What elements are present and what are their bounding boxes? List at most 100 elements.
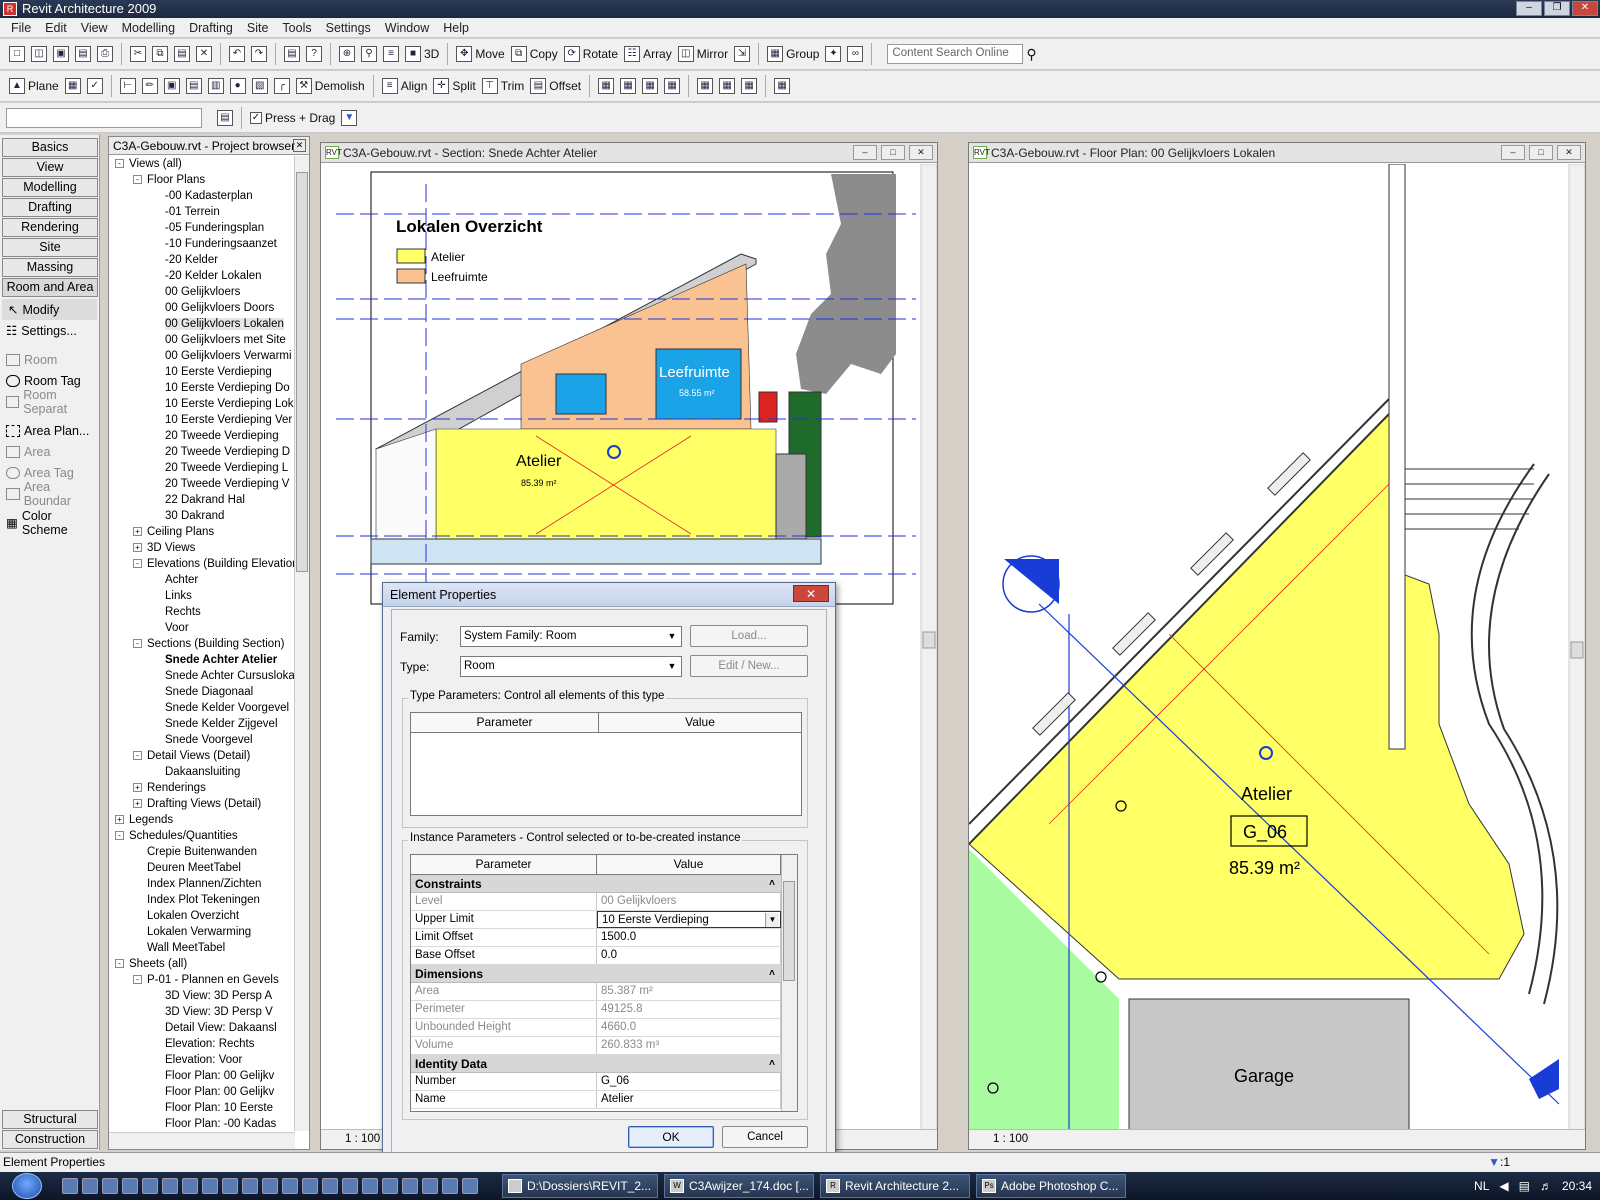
browser-node[interactable]: Rechts [109,604,295,620]
split-face-button[interactable]: ▧ [249,75,271,97]
browser-node[interactable]: Floor Plan: -00 Kadas [109,1116,295,1131]
expand-icon[interactable]: + [115,815,124,824]
tab-site[interactable]: Site [2,238,98,257]
array-button[interactable]: ☷ Array [621,43,675,65]
menu-drafting[interactable]: Drafting [182,21,240,35]
browser-node[interactable]: Snede Voorgevel [109,732,295,748]
demolish-button[interactable]: ⚒ Demolish [293,75,368,97]
type-selector-dropdown[interactable] [6,107,202,128]
browser-node[interactable]: - P-01 - Plannen en Gevels [109,972,295,988]
expand-icon[interactable]: + [133,799,142,808]
quick-launch-icon[interactable] [142,1178,158,1194]
area-boundary-tool[interactable]: Area Boundar [0,480,99,508]
close-button[interactable]: ✕ [1572,1,1598,16]
grid-button[interactable]: ▦ [62,75,84,97]
collapse-chevron-icon[interactable]: ˄ [769,1055,775,1073]
menu-site[interactable]: Site [240,21,276,35]
browser-node[interactable]: 00 Gelijkvloers Verwarmi [109,348,295,364]
properties-toggle-button[interactable]: ▤ [281,43,303,65]
volume-icon[interactable]: ♬ [1540,1179,1552,1193]
unjoin-button[interactable]: ▥ [205,75,227,97]
close-button[interactable]: ✕ [909,145,933,160]
browser-node[interactable]: 20 Tweede Verdieping D [109,444,295,460]
plan-room-number[interactable]: G_06 [1243,822,1287,843]
expand-icon[interactable]: + [133,527,142,536]
dimension-button[interactable]: ⊕ [336,43,358,65]
paste-button[interactable]: ▤ [171,43,193,65]
collapse-icon[interactable]: - [115,959,124,968]
browser-node[interactable]: + Renderings [109,780,295,796]
param-row[interactable]: Name Atelier [411,1091,781,1109]
plan-room-name[interactable]: Atelier [1241,784,1292,804]
color-scheme-tool[interactable]: ▦ Color Scheme [0,509,99,537]
param-value-select[interactable]: 10 Eerste Verdieping ▼ [597,911,781,928]
room-label-atelier[interactable]: Atelier [516,453,562,470]
browser-node[interactable]: Index Plot Tekeningen [109,892,295,908]
collapse-icon[interactable]: - [133,751,142,760]
browser-node[interactable]: 00 Gelijkvloers Lokalen [109,316,295,332]
coordination-review-button[interactable]: ▦ [617,75,639,97]
browser-vertical-scrollbar[interactable] [294,156,309,1131]
collapse-icon[interactable]: - [133,639,142,648]
clock[interactable]: 20:34 [1562,1179,1592,1193]
browser-node[interactable]: + Legends [109,812,295,828]
browser-node[interactable]: Lokalen Verwarming [109,924,295,940]
quick-launch-icon[interactable] [382,1178,398,1194]
quick-launch-icon[interactable] [362,1178,378,1194]
group-button[interactable]: ▦ Group [764,43,822,65]
press-drag-checkbox[interactable]: ✓ Press + Drag [247,107,338,129]
quick-launch-icon[interactable] [82,1178,98,1194]
pin-button[interactable]: ✦ [822,43,844,65]
analysis-button[interactable]: ▦ [738,75,760,97]
browser-horizontal-scrollbar[interactable] [109,1132,295,1149]
quick-launch-icon[interactable] [402,1178,418,1194]
type-select[interactable]: Room ▼ [460,656,682,677]
scroll-thumb[interactable] [296,172,308,572]
tab-construction[interactable]: Construction [2,1130,98,1149]
browser-node[interactable]: 00 Gelijkvloers Doors [109,300,295,316]
browser-node[interactable]: Voor [109,620,295,636]
tab-modelling[interactable]: Modelling [2,178,98,197]
browser-node[interactable]: 00 Gelijkvloers met Site [109,332,295,348]
browser-node[interactable]: 30 Dakrand [109,508,295,524]
plan-scale-label[interactable]: 1 : 100 [993,1133,1028,1145]
browser-node[interactable]: Wall MeetTabel [109,940,295,956]
quick-launch-icon[interactable] [122,1178,138,1194]
browser-node[interactable]: 3D View: 3D Persp V [109,1004,295,1020]
report-button[interactable]: ▦ [716,75,738,97]
browser-node[interactable]: -20 Kelder [109,252,295,268]
param-row[interactable]: Limit Offset 1500.0 [411,929,781,947]
reconcile-button[interactable]: ▦ [639,75,661,97]
structural-button[interactable]: ▦ [771,75,793,97]
collapse-icon[interactable]: - [133,975,142,984]
browser-node[interactable]: - Sections (Building Section) [109,636,295,652]
param-section-header[interactable]: Identity Data ˄ [411,1055,781,1073]
start-button[interactable] [12,1173,42,1199]
expand-icon[interactable]: + [133,543,142,552]
browser-node[interactable]: Elevation: Voor [109,1052,295,1068]
minimize-button[interactable]: – [1501,145,1525,160]
family-select[interactable]: System Family: Room ▼ [460,626,682,647]
grid-scroll-thumb[interactable] [783,881,795,981]
open-button[interactable]: ◫ [28,43,50,65]
quick-launch-icon[interactable] [322,1178,338,1194]
modify-tool[interactable]: ↖ Modify [2,299,97,320]
align-button[interactable]: ≡ Align [379,75,431,97]
new-button[interactable]: □ [6,43,28,65]
minimize-button[interactable]: – [1516,1,1542,16]
filter-button[interactable]: ▼ [338,107,360,129]
area-plan-tool[interactable]: Area Plan... [0,420,99,441]
tab-basics[interactable]: Basics [2,138,98,157]
quick-launch-icon[interactable] [222,1178,238,1194]
browser-node[interactable]: Dakaansluiting [109,764,295,780]
browser-node[interactable]: + Ceiling Plans [109,524,295,540]
browser-node[interactable]: Crepie Buitenwanden [109,844,295,860]
room-label-leefruimte[interactable]: Leefruimte [659,364,730,381]
quick-launch-icon[interactable] [302,1178,318,1194]
save-button[interactable]: ▣ [50,43,72,65]
browser-node[interactable]: 3D View: 3D Persp A [109,988,295,1004]
work-plane-button[interactable]: ▲ Plane [6,75,62,97]
paint-button[interactable]: ● [227,75,249,97]
browser-node[interactable]: - Detail Views (Detail) [109,748,295,764]
taskbar-item-explorer[interactable]: D:\Dossiers\REVIT_2... [502,1174,658,1198]
